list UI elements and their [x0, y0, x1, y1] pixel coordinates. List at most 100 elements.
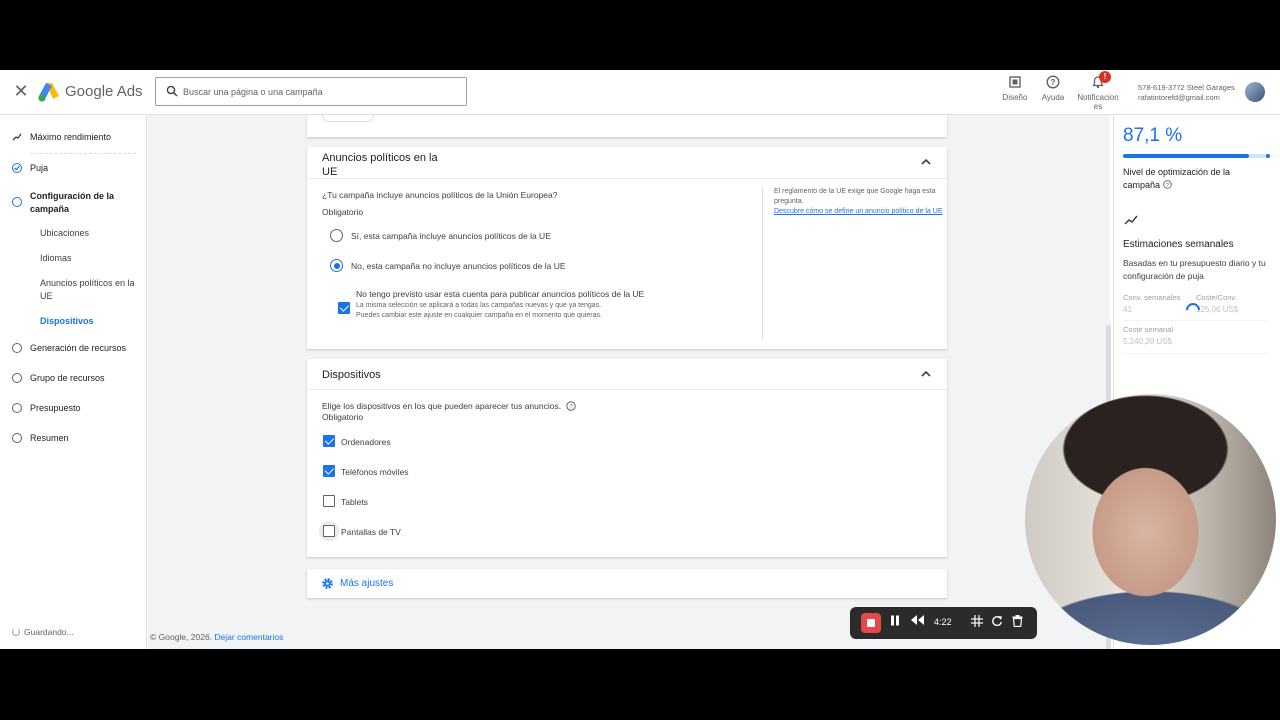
cost-week-label: Coste semanal [1123, 325, 1174, 334]
notifications-label: Notificaciones [1077, 93, 1119, 111]
design-button[interactable]: Diseño [1000, 75, 1030, 102]
check-circle-icon [12, 163, 22, 173]
radio-no[interactable] [330, 259, 343, 272]
political-required: Obligatorio [322, 207, 364, 217]
step-circle-icon [12, 433, 22, 443]
political-question: ¿Tu campaña incluye anuncios políticos d… [322, 190, 558, 200]
svg-text:?: ? [1166, 183, 1169, 189]
notifications-button[interactable]: ! Notificaciones [1076, 71, 1120, 111]
step-circle-icon [12, 197, 22, 207]
optimization-score: 87,1 % [1123, 125, 1183, 146]
cost-week-value: 5.240,20 US$ [1123, 337, 1172, 346]
close-icon[interactable]: ✕ [12, 82, 30, 100]
screen-recorder-toolbar: 4:22 [850, 607, 1037, 639]
help-icon: ? [1046, 75, 1060, 89]
devices-question: Elige los dispositivos en los que pueden… [322, 401, 577, 411]
pause-button[interactable] [887, 615, 903, 631]
device-label-tv: Pantallas de TV [341, 527, 401, 537]
step-circle-icon [12, 373, 22, 383]
help-label: Ayuda [1041, 93, 1065, 102]
chevron-up-icon[interactable] [921, 369, 931, 379]
recording-time: 4:22 [934, 617, 952, 627]
rewind-icon [910, 615, 924, 625]
previous-card-tail [307, 115, 947, 137]
saving-status: Guardando... [12, 627, 74, 637]
device-label-computers: Ordenadores [341, 437, 391, 447]
avatar[interactable] [1245, 82, 1265, 102]
svg-text:?: ? [1051, 78, 1056, 87]
device-label-mobile: Teléfonos móviles [341, 467, 409, 477]
radio-yes[interactable] [330, 229, 343, 242]
restart-button[interactable] [989, 615, 1005, 631]
feedback-link[interactable]: Dejar comentarios [214, 632, 283, 642]
device-checkbox-computers[interactable] [323, 435, 335, 447]
device-checkbox-tv[interactable] [323, 525, 335, 537]
page-footer: © Google, 2026. Dejar comentarios [150, 632, 283, 642]
no-political-title: No tengo previsto usar esta cuenta para … [356, 289, 645, 299]
help-button[interactable]: ? Ayuda [1038, 75, 1068, 102]
main-content: Anuncios políticos en la UE ¿Tu campaña … [148, 115, 1110, 649]
nav-divider [30, 153, 136, 154]
weekly-estimates-desc: Basadas en tu presupuesto diario y tu co… [1123, 258, 1266, 281]
nav-sub-item-languages[interactable]: Idiomas [40, 252, 140, 265]
google-ads-logo [38, 83, 59, 102]
design-icon [1009, 76, 1021, 88]
account-email: rafatintorefd@gmail.com [1138, 93, 1220, 102]
nav-sub-item-devices[interactable]: Dispositivos [40, 315, 140, 328]
notification-badge: ! [1099, 71, 1111, 83]
no-political-checkbox[interactable] [338, 302, 350, 314]
grid-button[interactable] [969, 615, 985, 631]
design-label: Diseño [1002, 93, 1028, 102]
more-settings-row[interactable]: Más ajustes [307, 569, 947, 598]
search-icon [166, 85, 178, 97]
top-header: ✕ Google Ads Diseño ? Ay [0, 70, 1280, 115]
webcam-overlay [1025, 394, 1276, 645]
device-checkbox-mobile[interactable] [323, 465, 335, 477]
spinner-icon [12, 628, 20, 636]
optimization-bar-fill [1123, 154, 1250, 158]
optimization-bar [1123, 154, 1268, 158]
no-political-desc: La misma selección se aplicará a todas l… [356, 302, 602, 319]
devices-title: Dispositivos [322, 369, 381, 381]
step-circle-icon [12, 343, 22, 353]
nav-sub-item-locations[interactable]: Ubicaciones [40, 227, 140, 240]
more-settings-label: Más ajustes [340, 578, 394, 589]
radio-yes-label: Sí, esta campaña incluye anuncios políti… [351, 231, 551, 241]
chevron-up-icon[interactable] [921, 157, 931, 167]
help-circle-icon[interactable]: ? [566, 401, 577, 411]
grid-icon [971, 615, 983, 627]
devices-required: Obligatorio [322, 412, 364, 422]
account-phone: 578-619-3772 Steel Garages [1138, 83, 1235, 92]
cost-conv-value: 125,06 US$ [1196, 305, 1239, 314]
device-label-tablets: Tablets [341, 497, 368, 507]
radio-no-label: No, esta campaña no incluye anuncios pol… [351, 261, 566, 271]
trend-icon [12, 133, 22, 141]
copyright: © Google, 2026. [150, 632, 213, 642]
step-circle-icon [12, 403, 22, 413]
search-box[interactable] [155, 77, 467, 106]
cost-conv-label: Coste/Conv. [1196, 293, 1237, 302]
rewind-button[interactable] [909, 615, 925, 631]
gear-icon [322, 578, 333, 589]
trend-icon [1124, 215, 1138, 225]
search-input[interactable] [183, 83, 453, 101]
left-navigation: Máximo rendimiento Puja Configuración de… [0, 115, 147, 649]
stop-recording-button[interactable] [861, 613, 881, 633]
brand-name: Google Ads [65, 83, 143, 100]
restart-icon [992, 616, 1002, 627]
optimization-bar-end [1266, 154, 1270, 158]
delete-button[interactable] [1009, 615, 1025, 631]
eu-regulation-note: El reglamento de la UE exige que Google … [762, 187, 952, 339]
optimization-label: Nivel de optimización de la campaña ? [1123, 167, 1231, 190]
conv-label: Conv. semanales [1123, 293, 1181, 302]
devices-card: Dispositivos Elige los dispositivos en l… [307, 359, 947, 557]
help-circle-icon[interactable]: ? [1162, 180, 1172, 189]
eu-definition-link[interactable]: Descubre cómo se define un anuncio polít… [774, 207, 952, 217]
nav-sub-item-political-ads[interactable]: Anuncios políticos en la UE [40, 277, 140, 303]
account-info[interactable]: 578-619-3772 Steel Garages rafatintorefd… [1138, 83, 1235, 103]
weekly-estimates-title: Estimaciones semanales [1123, 239, 1234, 250]
conv-value: 41 [1123, 305, 1132, 314]
device-checkbox-tablets[interactable] [323, 495, 335, 507]
loading-spinner-icon [1183, 300, 1203, 320]
trash-icon [1012, 615, 1022, 628]
